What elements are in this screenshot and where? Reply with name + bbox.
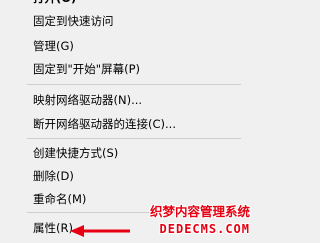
menu-item-pin-to-start-label: 固定到"开始"屏幕(P)	[33, 62, 140, 76]
red-arrow-icon	[70, 225, 130, 237]
menu-item-disconnect-network-drive[interactable]: 断开网络驱动器的连接(C)...	[0, 112, 254, 136]
menu-item-map-network-drive[interactable]: 映射网络驱动器(N)...	[0, 88, 254, 112]
menu-item-disconnect-network-drive-label: 断开网络驱动器的连接(C)...	[33, 117, 176, 131]
menu-item-create-shortcut-label: 创建快捷方式(S)	[33, 146, 119, 160]
menu-item-pin-quick-access[interactable]: 固定到快速访问	[0, 9, 254, 33]
menu-item-create-shortcut[interactable]: 创建快捷方式(S)	[0, 141, 254, 165]
watermark-title: 织梦内容管理系统	[149, 204, 250, 219]
menu-item-manage[interactable]: 管理(G)	[0, 34, 254, 58]
watermark-url: DEDECMS.COM	[159, 222, 250, 236]
menu-item-rename-label: 重命名(M)	[33, 192, 87, 206]
menu-item-map-network-drive-label: 映射网络驱动器(N)...	[33, 93, 143, 107]
menu-item-pin-quick-access-label: 固定到快速访问	[33, 14, 114, 28]
menu-item-properties-label: 属性(R)	[33, 221, 73, 235]
menu-item-pin-to-start[interactable]: 固定到"开始"屏幕(P)	[0, 57, 254, 81]
menu-separator	[27, 138, 241, 139]
menu-separator	[27, 84, 241, 85]
menu-item-manage-label: 管理(G)	[33, 39, 74, 53]
menu-item-delete[interactable]: 删除(D)	[0, 164, 254, 188]
watermark: 织梦内容管理系统 DEDECMS.COM	[132, 204, 250, 240]
menu-item-delete-label: 删除(D)	[33, 169, 74, 183]
